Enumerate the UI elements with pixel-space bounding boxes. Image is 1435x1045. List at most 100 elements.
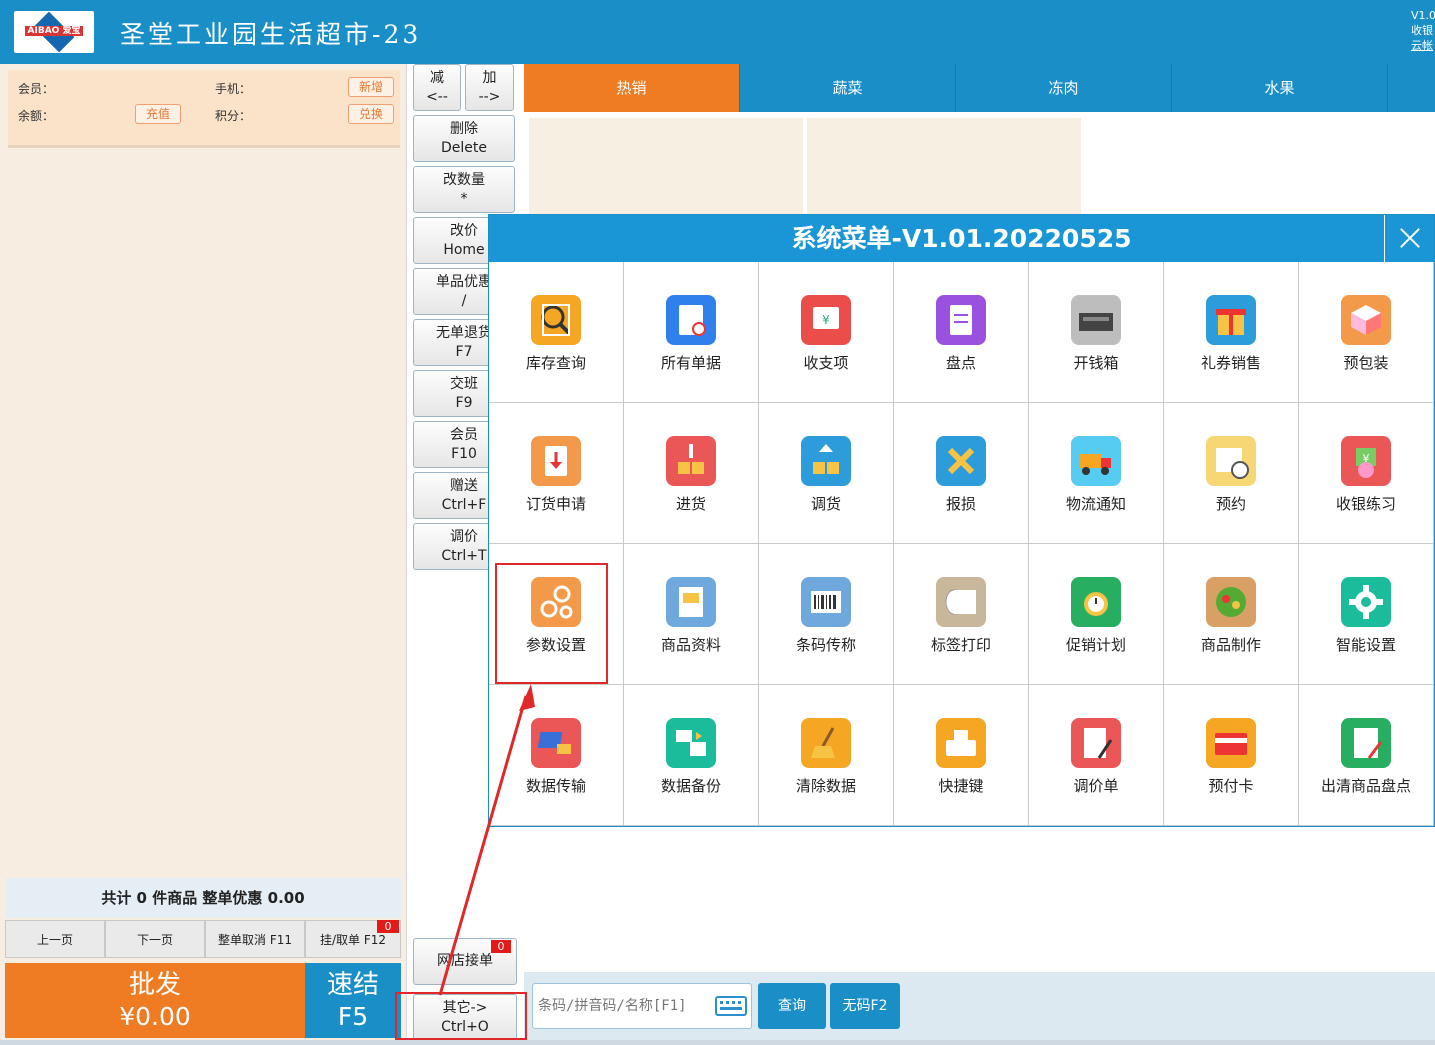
menu-item-barcode-scale[interactable]: 条码传称 <box>759 544 894 685</box>
tab-vegetables[interactable]: 蔬菜 <box>740 64 956 112</box>
taskbar-edge <box>0 1040 1435 1045</box>
new-member-button[interactable]: 新增 <box>348 77 394 97</box>
menu-item-product-making[interactable]: 商品制作 <box>1164 544 1299 685</box>
cash-drawer-icon <box>1071 295 1121 345</box>
menu-item-purchase[interactable]: 进货 <box>624 403 759 544</box>
cashier-text: 收银 <box>1411 24 1433 37</box>
menu-item-label: 收银练习 <box>1335 495 1396 513</box>
menu-item-gift-voucher[interactable]: 礼券销售 <box>1164 262 1299 403</box>
plus-button[interactable]: 加 --> <box>465 64 514 111</box>
online-orders-badge: 0 <box>491 940 511 953</box>
menu-item-all-documents[interactable]: 所有单据 <box>624 262 759 403</box>
menu-item-prepaid-card[interactable]: 预付卡 <box>1164 685 1299 826</box>
menu-grid: 库存查询 所有单据 ¥ 收支项 盘点 开钱箱 礼券销售 预包装订货申请 进货 调货 报损 物流通知 预约… <box>489 262 1434 826</box>
menu-item-label: 订货申请 <box>525 495 586 513</box>
menu-item-label-print[interactable]: 标签打印 <box>894 544 1029 685</box>
member-label: 会员： <box>18 82 55 96</box>
menu-item-stocktake[interactable]: 盘点 <box>894 262 1029 403</box>
quick-settle-button[interactable]: 速结 F5 <box>305 963 401 1038</box>
menu-item-order-request[interactable]: 订货申请 <box>489 403 624 544</box>
menu-item-data-backup[interactable]: 数据备份 <box>624 685 759 826</box>
wholesale-amount: ¥0.00 <box>119 1002 191 1031</box>
product-card[interactable] <box>529 118 803 218</box>
menu-item-price-adjust[interactable]: 调价单 <box>1029 685 1164 826</box>
data-transfer-icon <box>531 718 581 768</box>
menu-item-label: 盘点 <box>945 354 976 372</box>
menu-item-data-transfer[interactable]: 数据传输 <box>489 685 624 826</box>
recharge-button[interactable]: 充值 <box>135 104 181 124</box>
keyboard-icon[interactable] <box>715 996 747 1016</box>
menu-item-label: 清除数据 <box>795 777 856 795</box>
menu-item-smart-settings[interactable]: 智能设置 <box>1299 544 1434 685</box>
clearance-stocktake-icon <box>1341 718 1391 768</box>
menu-item-inventory-search[interactable]: 库存查询 <box>489 262 624 403</box>
menu-item-label: 商品资料 <box>660 636 721 654</box>
menu-item-label: 智能设置 <box>1335 636 1396 654</box>
tab-frozen-meat[interactable]: 冻肉 <box>956 64 1172 112</box>
product-making-icon <box>1206 577 1256 627</box>
cloud-link[interactable]: 云帐 <box>1411 38 1435 53</box>
menu-item-cashier-practice[interactable]: ¥ 收银练习 <box>1299 403 1434 544</box>
delete-button[interactable]: 删除 Delete <box>413 115 515 162</box>
tab-fruit[interactable]: 水果 <box>1172 64 1388 112</box>
menu-item-label: 调价单 <box>1073 777 1119 795</box>
prev-page-button[interactable]: 上一页 <box>5 920 105 958</box>
system-menu-dialog: 系统菜单-V1.01.20220525 库存查询 所有单据 ¥ 收支项 盘点 开钱箱 礼券销… <box>488 214 1435 827</box>
stocktake-icon <box>936 295 986 345</box>
barcode-scale-icon <box>801 577 851 627</box>
hold-order-badge: 0 <box>377 920 399 933</box>
menu-item-transfer[interactable]: 调货 <box>759 403 894 544</box>
minus-button[interactable]: 减 <-- <box>413 64 461 111</box>
price-adjust-icon <box>1071 718 1121 768</box>
version-text: V1.0 <box>1411 9 1435 22</box>
highlight-box-other <box>395 992 527 1040</box>
change-qty-button[interactable]: 改数量 * <box>413 166 515 213</box>
damage-report-icon <box>936 436 986 486</box>
tab-hot-sale[interactable]: 热销 <box>524 64 740 112</box>
barcode-search-input[interactable]: 条码/拼音码/名称[F1] <box>532 983 752 1029</box>
search-bar: 条码/拼音码/名称[F1] 查询 无码F2 <box>524 972 1435 1045</box>
menu-item-logistics[interactable]: 物流通知 <box>1029 403 1164 544</box>
menu-item-prepackage[interactable]: 预包装 <box>1299 262 1434 403</box>
menu-item-clearance-stocktake[interactable]: 出清商品盘点 <box>1299 685 1434 826</box>
menu-item-label: 礼券销售 <box>1200 354 1261 372</box>
menu-item-income-expense[interactable]: ¥ 收支项 <box>759 262 894 403</box>
shortcut-key-icon <box>936 718 986 768</box>
wholesale-button[interactable]: 批发 ¥0.00 <box>5 963 305 1038</box>
no-barcode-button[interactable]: 无码F2 <box>830 983 900 1029</box>
close-icon[interactable] <box>1384 215 1434 262</box>
next-page-button[interactable]: 下一页 <box>105 920 205 958</box>
quick-settle-key: F5 <box>337 1002 369 1031</box>
promotion-plan-icon <box>1071 577 1121 627</box>
category-tabs: 热销 蔬菜 冻肉 水果 <box>524 64 1435 112</box>
transfer-icon <box>801 436 851 486</box>
menu-item-damage-report[interactable]: 报损 <box>894 403 1029 544</box>
points-label: 积分： <box>215 109 252 123</box>
product-card[interactable] <box>807 118 1081 218</box>
prepackage-icon <box>1341 295 1391 345</box>
menu-item-label: 报损 <box>945 495 976 513</box>
highlight-box-settings <box>495 563 608 684</box>
menu-item-label: 条码传称 <box>795 636 856 654</box>
menu-item-label: 数据备份 <box>660 777 721 795</box>
quick-settle-label: 速结 <box>326 970 379 1000</box>
menu-item-appointment[interactable]: 预约 <box>1164 403 1299 544</box>
aibao-logo: AIBAO 爱宝 <box>14 11 94 53</box>
left-panel: 会员： 手机： 新增 余额： 充值 积分： 兑换 共计 0 件商品 整单优惠 0… <box>0 64 407 1045</box>
menu-item-label: 预付卡 <box>1208 777 1254 795</box>
menu-item-shortcut-key[interactable]: 快捷键 <box>894 685 1029 826</box>
redeem-button[interactable]: 兑换 <box>348 104 394 124</box>
menu-item-clear-data[interactable]: 清除数据 <box>759 685 894 826</box>
menu-item-label: 标签打印 <box>930 636 991 654</box>
menu-item-label: 数据传输 <box>525 777 586 795</box>
clear-data-icon <box>801 718 851 768</box>
menu-item-cash-drawer[interactable]: 开钱箱 <box>1029 262 1164 403</box>
query-button[interactable]: 查询 <box>758 983 826 1029</box>
balance-label: 余额： <box>18 109 55 123</box>
store-title: 圣堂工业园生活超市-23 <box>120 20 422 49</box>
menu-item-product-info[interactable]: 商品资料 <box>624 544 759 685</box>
menu-item-promotion-plan[interactable]: 促销计划 <box>1029 544 1164 685</box>
menu-item-label: 预约 <box>1215 495 1246 513</box>
cancel-order-button[interactable]: 整单取消 F11 <box>205 920 305 958</box>
data-backup-icon <box>666 718 716 768</box>
